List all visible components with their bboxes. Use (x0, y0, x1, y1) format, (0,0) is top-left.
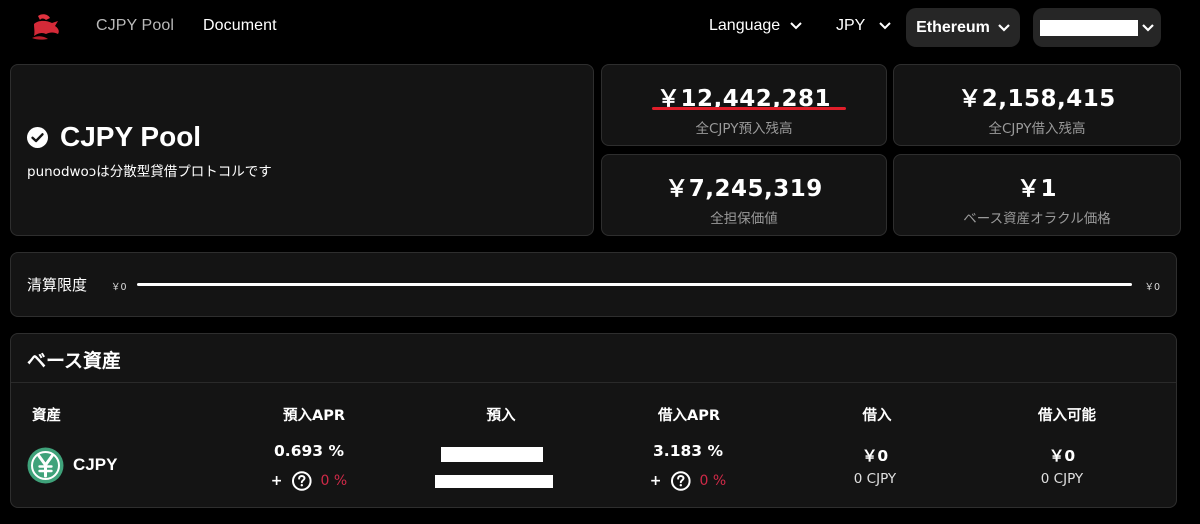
logo-icon[interactable] (28, 12, 64, 42)
check-circle-icon (27, 126, 48, 148)
account-button[interactable] (1033, 8, 1161, 47)
question-circle-icon[interactable] (291, 471, 312, 491)
borrow-apr-value: 3.183 % (653, 442, 723, 460)
total-borrow-value: ￥2,158,415 (958, 86, 1116, 112)
deposit-bonus: + 0 % (271, 471, 347, 491)
borrow-bonus-pct: 0 % (699, 473, 727, 489)
liquidation-bar (137, 283, 1132, 286)
pool-title: CJPY Pool (27, 121, 201, 153)
language-label: Language (709, 17, 781, 34)
col-deposit: 預入 (486, 408, 516, 424)
borrow-bonus: + 0 % (650, 471, 726, 491)
col-borrow-apr: 借入APR (657, 408, 721, 424)
deposit-bonus-pct: 0 % (320, 473, 348, 489)
liquidation-label: 清算限度 (27, 276, 88, 294)
asset-name: CJPY (73, 455, 118, 474)
borrow-amount: 0 CJPY (853, 471, 897, 487)
available-value: ￥0 (1048, 447, 1076, 465)
section-divider (11, 382, 1176, 383)
liquidation-min: ￥0 (111, 282, 127, 293)
col-asset: 資産 (32, 408, 61, 424)
collateral-value: ￥7,245,319 (665, 176, 823, 202)
currency-dropdown[interactable]: JPY (836, 17, 892, 35)
col-borrow: 借入 (862, 408, 892, 424)
deposit-bonus-plus: + (270, 473, 283, 489)
total-deposit-label: 全CJPY預入残高 (695, 121, 793, 137)
total-deposit-card: ￥12,442,281 全CJPY預入残高 (601, 64, 887, 146)
total-borrow-label: 全CJPY借入残高 (988, 121, 1086, 137)
language-dropdown[interactable]: Language (709, 17, 802, 35)
collateral-card: ￥7,245,319 全担保価値 (601, 154, 887, 236)
highlight-underline (652, 107, 846, 110)
pool-description: punodwoɔは分散型貸借プロトコルです (27, 164, 272, 180)
base-assets-title: ベース資産 (27, 350, 122, 372)
deposit-apr-value: 0.693 % (274, 442, 344, 460)
network-selector[interactable]: Ethereum (906, 8, 1020, 47)
liquidation-max: ￥0 (1144, 282, 1160, 293)
question-circle-icon[interactable] (670, 471, 691, 491)
oracle-price-card: ￥1 ベース資産オラクル価格 (893, 154, 1181, 236)
borrow-bonus-plus: + (649, 473, 662, 489)
base-assets-card: ベース資産 資産 預入APR 預入 借入APR 借入 借入可能 CJPY 0.6… (10, 333, 1177, 508)
nav-document[interactable]: Document (203, 17, 277, 35)
total-borrow-card: ￥2,158,415 全CJPY借入残高 (893, 64, 1181, 146)
chevron-down-icon (1142, 23, 1154, 32)
deposit-amount-redacted (435, 475, 553, 488)
col-available: 借入可能 (1038, 408, 1096, 424)
collateral-label: 全担保価値 (710, 211, 778, 227)
col-deposit-apr: 預入APR (282, 408, 346, 424)
pool-title-text: CJPY Pool (60, 121, 202, 152)
top-nav: CJPY Pool Document Language JPY Ethereum (0, 0, 1200, 56)
oracle-price-label: ベース資産オラクル価格 (963, 211, 1111, 227)
borrow-value: ￥0 (861, 447, 889, 465)
account-address-redacted (1040, 19, 1138, 36)
liquidation-limit-card: 清算限度 ￥0 ￥0 (10, 252, 1177, 317)
chevron-down-icon (879, 22, 892, 30)
deposit-value-redacted (441, 447, 543, 462)
available-amount: 0 CJPY (1040, 471, 1084, 487)
network-label: Ethereum (916, 18, 990, 36)
chevron-down-icon (790, 22, 802, 30)
nav-cjpy-pool[interactable]: CJPY Pool (96, 17, 174, 35)
currency-label: JPY (836, 17, 866, 34)
yen-coin-icon (27, 447, 64, 484)
oracle-price-value: ￥1 (1016, 176, 1057, 202)
pool-info-card: CJPY Pool punodwoɔは分散型貸借プロトコルです (10, 64, 594, 236)
chevron-down-icon (998, 23, 1010, 32)
